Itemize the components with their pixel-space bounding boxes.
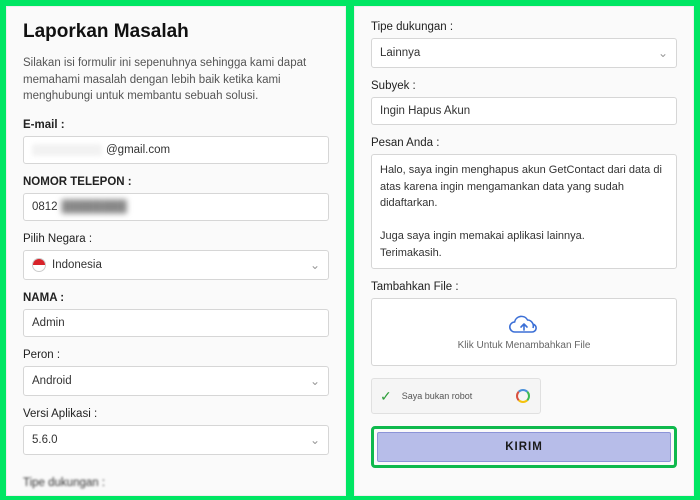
platform-select[interactable]: Android ⌄ — [23, 366, 329, 396]
add-file-group: Tambahkan File : Klik Untuk Menambahkan … — [371, 281, 677, 366]
support-type-label-cut: Tipe dukungan : — [23, 477, 105, 489]
phone-field[interactable]: 0812 ████████ — [23, 193, 329, 221]
support-type-value: Lainnya — [380, 47, 420, 59]
version-select[interactable]: 5.6.0 ⌄ — [23, 425, 329, 455]
country-value: Indonesia — [52, 259, 102, 271]
name-group: NAMA : Admin — [23, 292, 329, 337]
platform-value: Android — [32, 375, 72, 387]
flag-indonesia-icon — [32, 258, 46, 272]
support-type-group: Tipe dukungan : Lainnya ⌄ — [371, 21, 677, 68]
message-group: Pesan Anda : Halo, saya ingin menghapus … — [371, 137, 677, 269]
captcha-text: Saya bukan robot — [402, 391, 473, 401]
recaptcha-logo-icon — [514, 387, 532, 405]
redacted-email-prefix — [32, 144, 102, 156]
upload-hint-text: Klik Untuk Menambahkan File — [458, 340, 591, 351]
intro-text: Silakan isi formulir ini sepenuhnya sehi… — [23, 55, 329, 105]
country-label: Pilih Negara : — [23, 233, 329, 245]
version-value: 5.6.0 — [32, 434, 58, 446]
email-label: E-mail : — [23, 119, 329, 131]
submit-highlight-frame: KIRIM — [371, 426, 677, 468]
subject-label: Subyek : — [371, 80, 677, 92]
message-label: Pesan Anda : — [371, 137, 677, 149]
file-upload-dropzone[interactable]: Klik Untuk Menambahkan File — [371, 298, 677, 366]
name-label: NAMA : — [23, 292, 329, 304]
country-select[interactable]: Indonesia ⌄ — [23, 250, 329, 280]
add-file-label: Tambahkan File : — [371, 281, 677, 293]
checkmark-icon: ✓ — [380, 388, 392, 405]
platform-label: Peron : — [23, 349, 329, 361]
chevron-down-icon: ⌄ — [310, 433, 320, 447]
subject-value: Ingin Hapus Akun — [380, 105, 470, 117]
chevron-down-icon: ⌄ — [310, 258, 320, 272]
phone-prefix: 0812 — [32, 201, 58, 213]
chevron-down-icon: ⌄ — [310, 374, 320, 388]
email-suffix: @gmail.com — [106, 144, 170, 156]
support-type-select[interactable]: Lainnya ⌄ — [371, 38, 677, 68]
submit-button[interactable]: KIRIM — [377, 432, 671, 462]
platform-group: Peron : Android ⌄ — [23, 349, 329, 396]
email-field[interactable]: @gmail.com — [23, 136, 329, 164]
support-type-label: Tipe dukungan : — [371, 21, 677, 33]
redacted-phone-suffix: ████████ — [62, 201, 127, 213]
name-field[interactable]: Admin — [23, 309, 329, 337]
phone-group: NOMOR TELEPON : 0812 ████████ — [23, 176, 329, 221]
name-value: Admin — [32, 317, 65, 329]
email-group: E-mail : @gmail.com — [23, 119, 329, 164]
phone-label: NOMOR TELEPON : — [23, 176, 329, 188]
message-field[interactable]: Halo, saya ingin menghapus akun GetConta… — [371, 154, 677, 269]
subject-group: Subyek : Ingin Hapus Akun — [371, 80, 677, 125]
subject-field[interactable]: Ingin Hapus Akun — [371, 97, 677, 125]
form-panel-left: Laporkan Masalah Silakan isi formulir in… — [6, 6, 346, 496]
chevron-down-icon: ⌄ — [658, 46, 668, 60]
version-group: Versi Aplikasi : 5.6.0 ⌄ — [23, 408, 329, 455]
recaptcha-widget[interactable]: ✓ Saya bukan robot — [371, 378, 541, 414]
form-panel-right: Tipe dukungan : Lainnya ⌄ Subyek : Ingin… — [354, 6, 694, 496]
cloud-upload-icon — [509, 314, 539, 336]
country-group: Pilih Negara : Indonesia ⌄ — [23, 233, 329, 280]
page-title: Laporkan Masalah — [23, 21, 329, 43]
version-label: Versi Aplikasi : — [23, 408, 329, 420]
